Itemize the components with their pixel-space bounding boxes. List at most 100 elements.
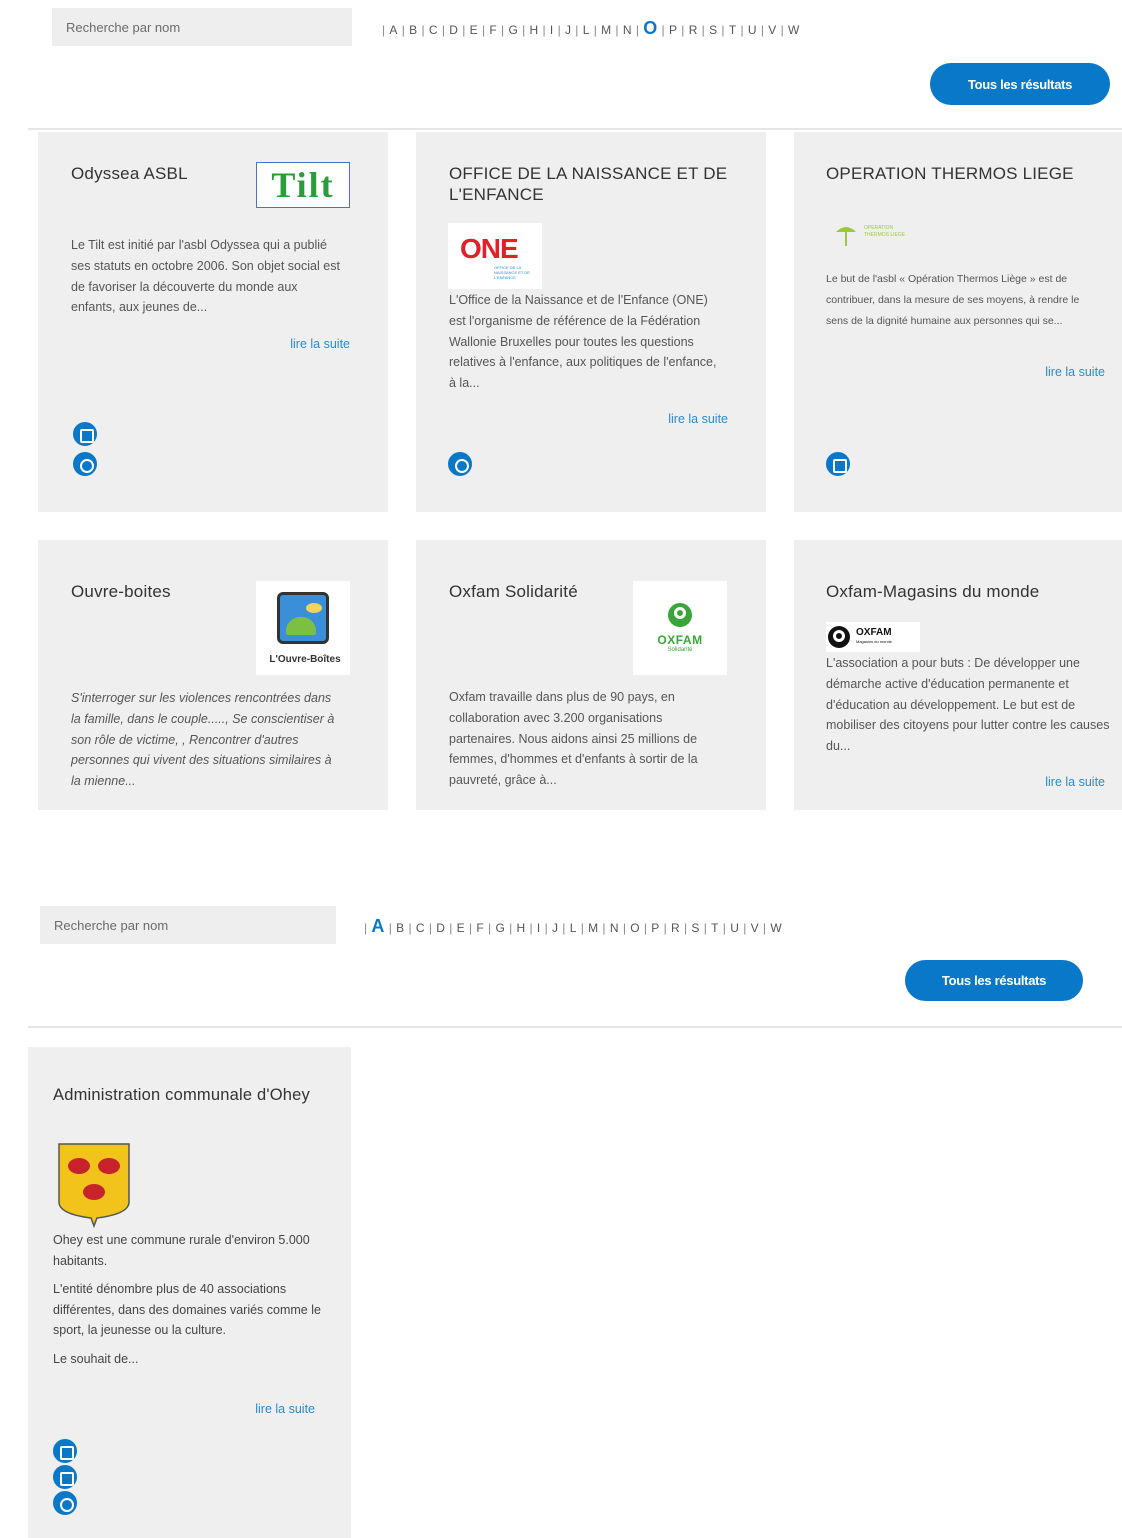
letter-filter-h[interactable]: H (517, 921, 526, 935)
card-title[interactable]: Oxfam Solidarité (449, 581, 629, 602)
letter-filter-t[interactable]: T (711, 921, 719, 935)
letter-filter-s[interactable]: S (691, 921, 699, 935)
letter-separator: | (501, 23, 505, 37)
read-more-link[interactable]: lire la suite (616, 412, 728, 426)
search-input[interactable]: Recherche par nom (52, 8, 352, 46)
letter-separator: | (382, 23, 386, 37)
read-more-link[interactable]: lire la suite (994, 365, 1105, 379)
category-icon[interactable] (448, 452, 472, 476)
letter-filter-c[interactable]: C (416, 921, 425, 935)
letter-filter-f[interactable]: F (476, 921, 484, 935)
thermos-icon (836, 227, 856, 246)
category-icon[interactable] (53, 1465, 77, 1489)
letter-filter-n[interactable]: N (610, 921, 619, 935)
letter-filter-o[interactable]: O (643, 18, 657, 39)
card-title[interactable]: OPERATION THERMOS LIEGE (826, 163, 1116, 184)
oxfam-symbol-icon (828, 626, 850, 648)
letter-filter-a[interactable]: A (389, 23, 397, 37)
card-title[interactable]: Odyssea ASBL (71, 163, 241, 184)
letter-filter-j[interactable]: J (552, 921, 558, 935)
thermos-logo-text: OPERATION THERMOS LIEGE (864, 225, 906, 238)
letter-separator: | (760, 23, 765, 37)
description-paragraph: Le souhait de... (53, 1351, 139, 1366)
org-card[interactable]: Ouvre-boites L'Ouvre-Boîtes S'interroger… (38, 540, 388, 810)
letter-separator: | (661, 23, 665, 37)
letter-separator: | (615, 23, 619, 37)
letter-filter-b[interactable]: B (409, 23, 417, 37)
category-icon[interactable] (53, 1439, 77, 1463)
letter-separator: | (441, 23, 446, 37)
card-description: Oxfam travaille dans plus de 90 pays, en… (449, 690, 698, 788)
letter-filter-i[interactable]: I (537, 921, 541, 935)
letter-separator: | (722, 921, 727, 935)
letter-filter-b[interactable]: B (396, 921, 404, 935)
letter-filter-j[interactable]: J (565, 23, 571, 37)
letter-filter-c[interactable]: C (429, 23, 438, 37)
letter-filter-i[interactable]: I (550, 23, 554, 37)
letter-filter-s[interactable]: S (709, 23, 717, 37)
letter-filter-m[interactable]: M (588, 921, 598, 935)
letter-filter-f[interactable]: F (489, 23, 497, 37)
letter-filter-e[interactable]: E (470, 23, 478, 37)
oxfam-logo-subtext: Solidarité (667, 647, 693, 653)
letter-filter-r[interactable]: R (689, 23, 698, 37)
search-input[interactable]: Recherche par nom (40, 906, 336, 944)
letter-filter-u[interactable]: U (748, 23, 757, 37)
letter-filter-v[interactable]: V (768, 23, 776, 37)
card-title[interactable]: Administration communale d'Ohey (53, 1085, 313, 1105)
category-icon[interactable] (73, 422, 97, 446)
read-more-link[interactable]: lire la suite (203, 1402, 315, 1416)
letter-filter-e[interactable]: E (457, 921, 465, 935)
category-icon[interactable] (73, 452, 97, 476)
letter-filter-t[interactable]: T (729, 23, 737, 37)
letter-separator: | (575, 23, 579, 37)
org-logo: Tilt (256, 162, 350, 208)
card-title[interactable]: Oxfam-Magasins du monde (826, 581, 1116, 602)
letter-filter-l[interactable]: L (583, 23, 590, 37)
letter-filter-n[interactable]: N (623, 23, 632, 37)
letter-separator: | (557, 23, 561, 37)
letter-filter-g[interactable]: G (495, 921, 505, 935)
letter-filter-p[interactable]: P (669, 23, 677, 37)
letter-filter-d[interactable]: D (436, 921, 445, 935)
letter-filter-w[interactable]: W (788, 23, 800, 37)
letter-filter-p[interactable]: P (651, 921, 659, 935)
letter-filter-w[interactable]: W (770, 921, 782, 935)
letter-separator: | (643, 921, 648, 935)
category-icon[interactable] (53, 1491, 77, 1515)
org-logo: L'Ouvre-Boîtes (256, 581, 350, 675)
read-more-link[interactable]: lire la suite (238, 337, 350, 351)
category-icon[interactable] (826, 452, 850, 476)
card-title[interactable]: OFFICE DE LA NAISSANCE ET DE L'ENFANCE (449, 163, 739, 205)
org-card[interactable]: Oxfam Solidarité OXFAM Solidarité Oxfam … (416, 540, 766, 810)
org-card[interactable]: OFFICE DE LA NAISSANCE ET DE L'ENFANCE O… (416, 132, 766, 512)
card-title[interactable]: Ouvre-boites (71, 581, 241, 602)
letter-filter-l[interactable]: L (570, 921, 577, 935)
all-results-button[interactable]: Tous les résultats (905, 960, 1083, 1001)
org-card[interactable]: Oxfam-Magasins du monde OXFAM Magasins d… (794, 540, 1122, 810)
read-more-link[interactable]: lire la suite (994, 775, 1105, 789)
letter-filter-m[interactable]: M (601, 23, 611, 37)
letter-separator: | (488, 921, 492, 935)
letter-separator: | (703, 921, 708, 935)
all-results-button[interactable]: Tous les résultats (930, 63, 1110, 105)
letter-filter-v[interactable]: V (751, 921, 759, 935)
letter-separator: | (401, 23, 406, 37)
org-card[interactable]: Administration communale d'Ohey Ohey est… (28, 1047, 351, 1538)
letter-separator: | (468, 921, 473, 935)
card-description: Le Tilt est initié par l'asbl Odyssea qu… (71, 238, 340, 315)
oxfam-logo-subtext: Magasins du monde (856, 639, 893, 644)
letter-filter-g[interactable]: G (508, 23, 518, 37)
letter-filter-a[interactable]: A (371, 916, 384, 937)
org-card[interactable]: OPERATION THERMOS LIEGE OPERATION THERMO… (794, 132, 1122, 512)
letter-separator: | (408, 921, 412, 935)
letter-filter-u[interactable]: U (730, 921, 739, 935)
letter-filter-d[interactable]: D (449, 23, 458, 37)
letter-filter-o[interactable]: O (630, 921, 640, 935)
org-card[interactable]: Odyssea ASBL Tilt Le Tilt est initié par… (38, 132, 388, 512)
org-logo: OXFAM Magasins du monde (826, 622, 920, 652)
card-description: L'Office de la Naissance et de l'Enfance… (449, 293, 717, 391)
letter-filter-r[interactable]: R (671, 921, 680, 935)
coat-of-arms-icon (57, 1142, 131, 1229)
letter-filter-h[interactable]: H (530, 23, 539, 37)
